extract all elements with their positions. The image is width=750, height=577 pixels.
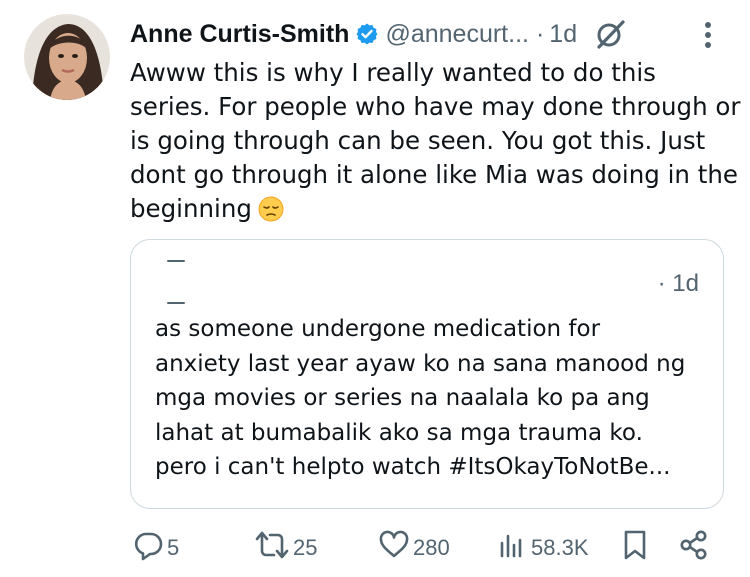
repost-button[interactable]: 25 bbox=[254, 528, 317, 568]
tweet-text-line: dont go through it alone like Mia was do… bbox=[130, 160, 738, 189]
reply-icon bbox=[132, 529, 164, 567]
quoted-text-line: lahat at bumabalik ako sa mga trauma ko. bbox=[155, 419, 643, 446]
views-icon bbox=[496, 529, 528, 567]
tweet-header: Anne Curtis-Smith @annecurt... · 1d bbox=[130, 14, 730, 54]
views-button[interactable]: 58.3K bbox=[496, 528, 589, 568]
share-icon bbox=[678, 529, 710, 567]
tweet-text-line: series. For people who have may done thr… bbox=[130, 92, 741, 121]
quoted-text-line: mga movies or series na naalala ko pa an… bbox=[155, 385, 650, 411]
quoted-author-placeholder bbox=[167, 260, 185, 262]
separator-dot: · bbox=[535, 19, 545, 48]
quoted-text: as someone undergone medication for anxi… bbox=[155, 312, 715, 485]
quoted-tweet[interactable]: · 1d as someone undergone medication for… bbox=[130, 239, 724, 509]
tweet-text-line: beginning bbox=[130, 194, 252, 223]
grok-icon[interactable] bbox=[595, 18, 627, 50]
quoted-text-line: pero i can't helpto watch #ItsOkayToNotB… bbox=[155, 454, 671, 480]
reply-button[interactable]: 5 bbox=[132, 528, 179, 568]
quoted-text-line: as someone undergone medication for bbox=[155, 316, 601, 342]
bookmark-button[interactable] bbox=[620, 528, 650, 568]
like-icon bbox=[378, 529, 410, 567]
tweet-text-line-last: beginning bbox=[130, 192, 730, 226]
tweet-text-line: Awww this is why I really wanted to do t… bbox=[130, 58, 656, 87]
quoted-timestamp[interactable]: · 1d bbox=[658, 270, 699, 298]
bookmark-icon bbox=[620, 529, 650, 567]
avatar[interactable] bbox=[24, 14, 110, 100]
more-options-icon[interactable] bbox=[696, 20, 720, 50]
repost-icon bbox=[254, 529, 290, 567]
share-button[interactable] bbox=[678, 528, 710, 568]
author-handle[interactable]: @annecurt... bbox=[385, 20, 529, 49]
tweet-text-line: is going through can be seen. You got th… bbox=[130, 126, 706, 155]
quoted-time: 1d bbox=[672, 270, 699, 297]
separator-dot: · bbox=[657, 270, 666, 297]
reply-count: 5 bbox=[167, 535, 180, 560]
pensive-face-emoji-icon bbox=[258, 196, 284, 222]
author-name[interactable]: Anne Curtis-Smith bbox=[130, 20, 349, 49]
tweet-timestamp[interactable]: 1d bbox=[549, 20, 577, 49]
like-count: 280 bbox=[413, 535, 450, 560]
quoted-handle-placeholder bbox=[167, 302, 185, 304]
views-count: 58.3K bbox=[531, 535, 589, 560]
quoted-text-line: anxiety last year ayaw ko na sana manood… bbox=[155, 350, 686, 377]
like-button[interactable]: 280 bbox=[378, 528, 450, 568]
tweet-text: Awww this is why I really wanted to do t… bbox=[130, 56, 741, 226]
action-bar: 5 25 280 58.3K bbox=[0, 528, 750, 568]
verified-badge-icon bbox=[355, 22, 379, 46]
repost-count: 25 bbox=[293, 535, 318, 560]
